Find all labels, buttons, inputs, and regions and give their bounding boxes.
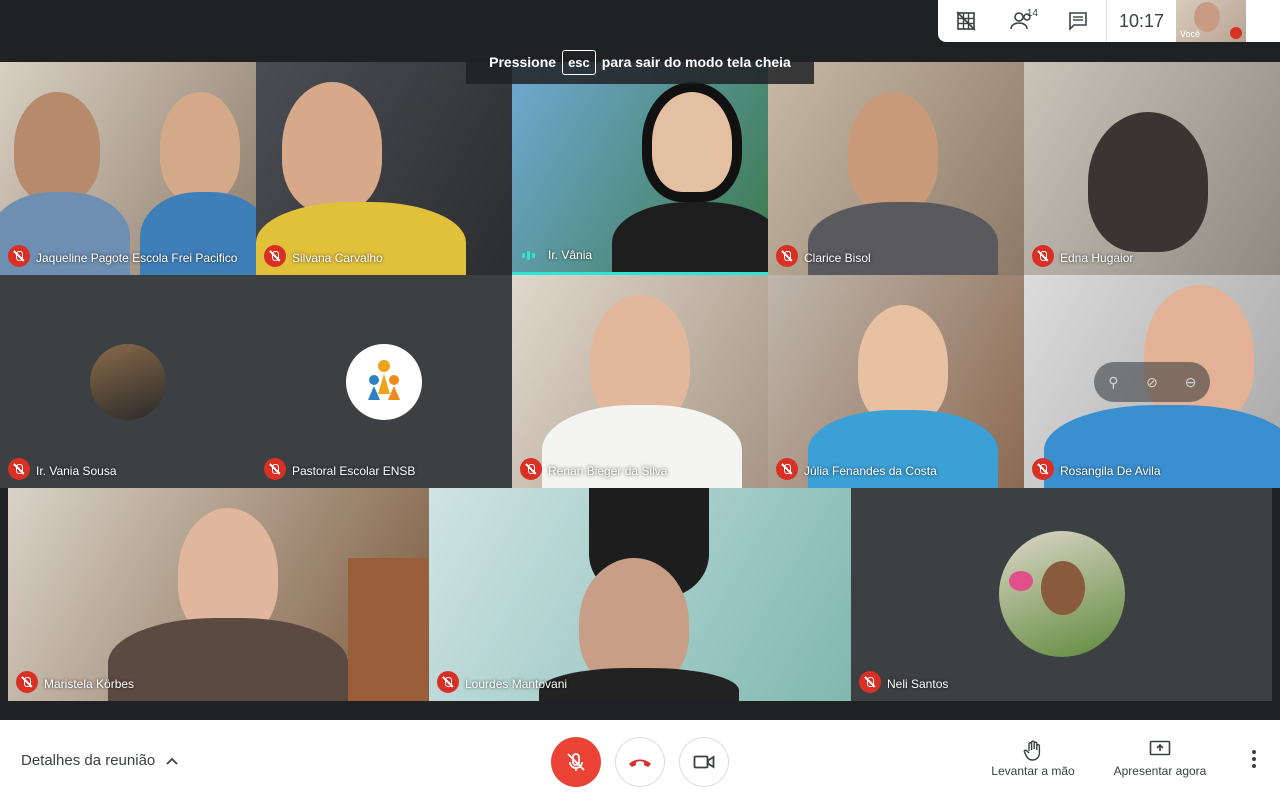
participant-video	[858, 305, 948, 425]
grid-off-icon	[956, 11, 976, 31]
participant-tile[interactable]: Renan Bieger da Silva	[512, 275, 768, 488]
participant-video	[642, 82, 742, 202]
present-now-button[interactable]: Apresentar agora	[1110, 740, 1210, 778]
self-avatar	[1194, 2, 1220, 32]
participants-count: 14	[1026, 8, 1038, 19]
mic-off-icon	[859, 671, 881, 693]
participant-tile[interactable]: Silvana Carvalho	[256, 62, 512, 275]
meeting-details-label: Detalhes da reunião	[21, 752, 156, 769]
participant-video	[1088, 112, 1208, 252]
avatar	[999, 531, 1125, 657]
meeting-details-button[interactable]: Detalhes da reunião	[21, 752, 179, 769]
meeting-status-bar: 14 10:17 Você	[938, 0, 1280, 42]
toast-prefix: Pressione	[489, 54, 557, 70]
participant-name: Clarice Bisol	[804, 251, 871, 265]
mic-off-icon	[520, 458, 542, 480]
participant-name: Jaqueline Pagote Escola Frei Pacifico	[36, 251, 238, 265]
present-now-label: Apresentar agora	[1113, 764, 1207, 778]
mic-off-icon	[1032, 458, 1054, 480]
mic-off-icon	[264, 458, 286, 480]
mic-off-icon	[776, 245, 798, 267]
mic-off-icon	[1230, 27, 1242, 39]
hand-icon	[1023, 740, 1041, 761]
participant-tile[interactable]: Clarice Bisol	[768, 62, 1024, 275]
mic-off-icon	[437, 671, 459, 693]
camera-toggle-button[interactable]	[679, 737, 729, 787]
participant-video	[539, 668, 739, 701]
avatar	[346, 344, 422, 420]
participant-name: Edna Hugaior	[1060, 251, 1134, 265]
chevron-up-icon	[166, 757, 178, 765]
grid-layout-button[interactable]	[938, 0, 994, 42]
participant-video	[1144, 285, 1254, 425]
participant-video	[848, 92, 938, 212]
participant-name: Pastoral Escolar ENSB	[292, 464, 416, 478]
more-options-button[interactable]	[1246, 750, 1262, 770]
pin-icon[interactable]: ⚲	[1104, 373, 1122, 391]
pastoral-logo-icon	[368, 360, 400, 400]
participant-video	[14, 92, 100, 202]
chat-icon	[1069, 12, 1087, 31]
mic-off-icon	[567, 753, 585, 771]
phone-hangup-icon	[629, 759, 651, 767]
participant-name: Lourdes Mantovani	[465, 677, 568, 691]
fullscreen-toast: Pressione esc para sair do modo tela che…	[466, 40, 814, 84]
bottom-toolbar: Detalhes da reunião Levantar a mão Apres…	[0, 720, 1280, 800]
participant-tile[interactable]: Júlia Fenandes da Costa	[768, 275, 1024, 488]
self-label: Você	[1180, 29, 1201, 39]
clock: 10:17	[1106, 0, 1176, 42]
participant-name: Ir. Vania Sousa	[36, 464, 117, 478]
participant-tile[interactable]: Maristela Körbes	[8, 488, 429, 701]
participant-tile[interactable]: Pastoral Escolar ENSB	[256, 275, 512, 488]
mic-off-icon	[776, 458, 798, 480]
participant-tile[interactable]: Jaqueline Pagote Escola Frei Pacifico	[0, 62, 256, 275]
participant-video	[108, 618, 348, 701]
participant-tile[interactable]: Lourdes Mantovani	[429, 488, 851, 701]
tile-hover-controls: ⚲ ⊘ ⊖	[1094, 362, 1210, 402]
more-vert-icon	[1252, 750, 1256, 754]
participant-name: Maristela Körbes	[44, 677, 135, 691]
mic-off-icon	[1032, 245, 1054, 267]
participant-tile[interactable]: Ir. Vânia	[512, 62, 768, 275]
leave-call-button[interactable]	[615, 737, 665, 787]
speaking-indicator	[522, 251, 535, 260]
mic-off-icon	[16, 671, 38, 693]
chat-button[interactable]	[1050, 0, 1106, 42]
participant-name: Neli Santos	[887, 677, 949, 691]
participant-name: Rosangila De Avila	[1060, 464, 1161, 478]
participant-name: Silvana Carvalho	[292, 251, 383, 265]
self-view[interactable]: Você	[1176, 0, 1246, 42]
esc-key: esc	[562, 49, 596, 75]
toast-suffix: para sair do modo tela cheia	[601, 54, 791, 70]
mute-icon[interactable]: ⊘	[1143, 373, 1161, 391]
microphone-toggle-button[interactable]	[551, 737, 601, 787]
avatar	[90, 344, 166, 420]
participant-name: Renan Bieger da Silva	[548, 464, 668, 478]
present-screen-icon	[1149, 740, 1171, 756]
participant-tile[interactable]: Edna Hugaior	[1024, 62, 1280, 275]
participant-name: Ir. Vânia	[548, 248, 593, 262]
mic-off-icon	[264, 245, 286, 267]
remove-icon[interactable]: ⊖	[1182, 373, 1200, 391]
participant-video	[160, 92, 240, 202]
mic-off-icon	[8, 245, 30, 267]
raise-hand-label: Levantar a mão	[991, 764, 1075, 778]
participant-video	[612, 202, 768, 272]
raise-hand-button[interactable]: Levantar a mão	[988, 740, 1078, 778]
video-camera-icon	[693, 755, 715, 769]
participant-tile[interactable]: Neli Santos	[851, 488, 1272, 701]
participant-tile[interactable]: Ir. Vania Sousa	[0, 275, 256, 488]
participants-button[interactable]: 14	[994, 0, 1050, 42]
participant-video	[282, 82, 382, 212]
mic-off-icon	[8, 458, 30, 480]
participant-name: Júlia Fenandes da Costa	[804, 464, 937, 478]
door	[348, 558, 428, 701]
